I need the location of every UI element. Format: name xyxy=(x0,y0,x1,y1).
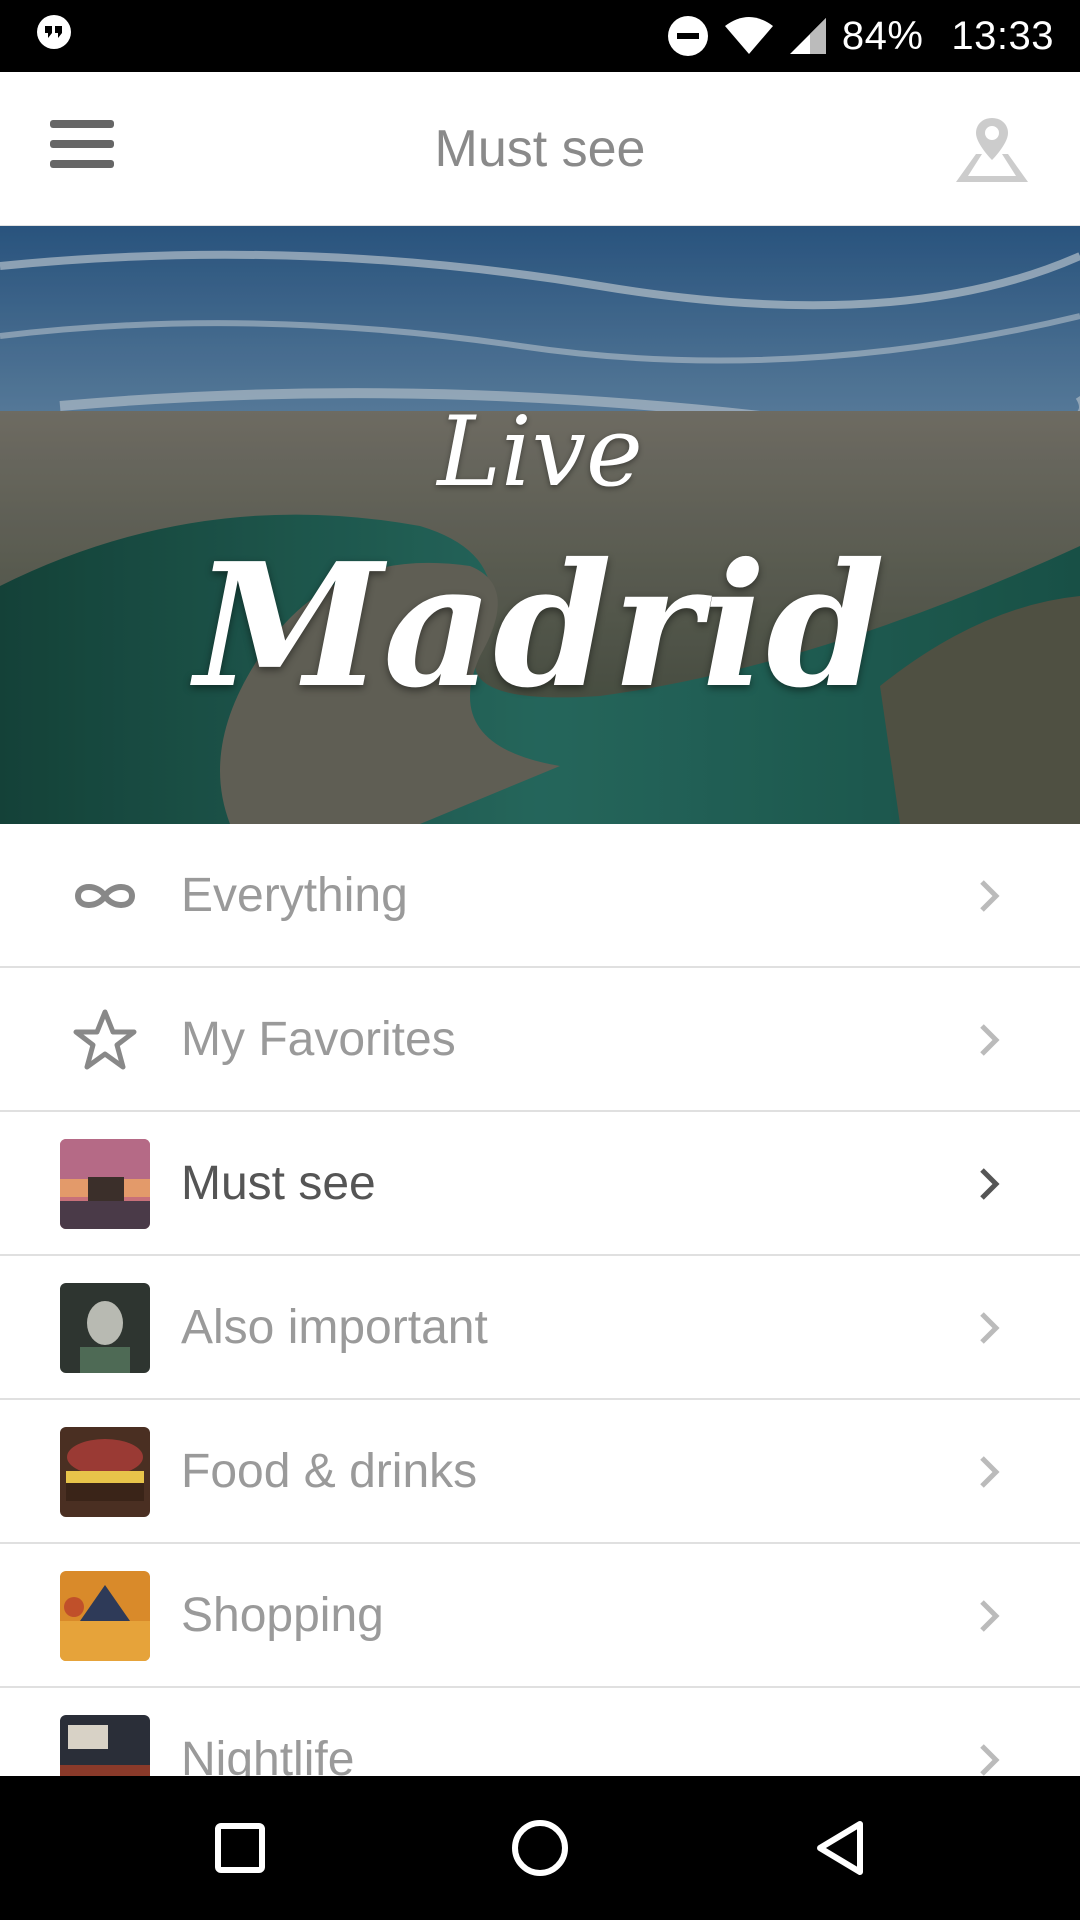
list-item-label: Shopping xyxy=(181,1589,384,1642)
list-item-nightlife[interactable]: Nightlife xyxy=(0,1688,1080,1776)
status-bar: 84% 13:33 xyxy=(0,0,1080,72)
chevron-right-icon xyxy=(980,1744,1000,1776)
hero-live-text: Live xyxy=(437,396,643,508)
landscape-image xyxy=(0,226,1080,824)
chevron-right-icon xyxy=(980,1312,1000,1344)
market-thumbnail xyxy=(60,1571,150,1661)
list-item-label: My Favorites xyxy=(181,1013,456,1066)
list-item-label: Nightlife xyxy=(181,1733,355,1776)
list-item-label: Everything xyxy=(181,869,408,922)
wifi-icon xyxy=(724,17,773,54)
list-item-label: Also important xyxy=(181,1301,488,1354)
list-item-label: Must see xyxy=(181,1157,376,1210)
chevron-right-icon xyxy=(980,880,1000,912)
battery-percentage: 84% xyxy=(841,13,924,58)
list-item-also-important[interactable]: Also important xyxy=(0,1256,1080,1400)
list-item-label: Food & drinks xyxy=(181,1445,478,1498)
burger-thumbnail xyxy=(60,1427,150,1517)
chevron-right-icon xyxy=(980,1024,1000,1056)
hangouts-icon xyxy=(37,15,71,49)
infinity-icon xyxy=(60,851,150,941)
star-icon xyxy=(60,995,150,1085)
recents-square-icon[interactable] xyxy=(210,1818,270,1878)
portrait-thumbnail xyxy=(60,1283,150,1373)
category-list: Everything My Favorites Must see Also im… xyxy=(0,824,1080,1776)
back-triangle-icon[interactable] xyxy=(812,1818,872,1878)
home-circle-icon[interactable] xyxy=(510,1818,570,1878)
list-item-must-see[interactable]: Must see xyxy=(0,1112,1080,1256)
hero-banner: Live Madrid xyxy=(0,226,1080,824)
do-not-disturb-icon xyxy=(667,16,708,56)
page-title: Must see xyxy=(434,120,646,178)
clock: 13:33 xyxy=(951,13,1054,58)
hamburger-menu-icon[interactable] xyxy=(50,120,122,176)
chevron-right-icon xyxy=(980,1168,1000,1200)
chevron-right-icon xyxy=(980,1600,1000,1632)
temple-thumbnail xyxy=(60,1139,150,1229)
map-pin-icon[interactable] xyxy=(952,110,1032,190)
chevron-right-icon xyxy=(980,1456,1000,1488)
hero-madrid-text: Madrid xyxy=(194,526,886,726)
app-bar: Must see xyxy=(0,72,1080,226)
system-nav-bar xyxy=(0,1776,1080,1920)
bar-thumbnail xyxy=(60,1715,150,1776)
signal-icon xyxy=(789,18,826,54)
list-item-food-drinks[interactable]: Food & drinks xyxy=(0,1400,1080,1544)
list-item-my-favorites[interactable]: My Favorites xyxy=(0,968,1080,1112)
list-item-shopping[interactable]: Shopping xyxy=(0,1544,1080,1688)
list-item-everything[interactable]: Everything xyxy=(0,824,1080,968)
